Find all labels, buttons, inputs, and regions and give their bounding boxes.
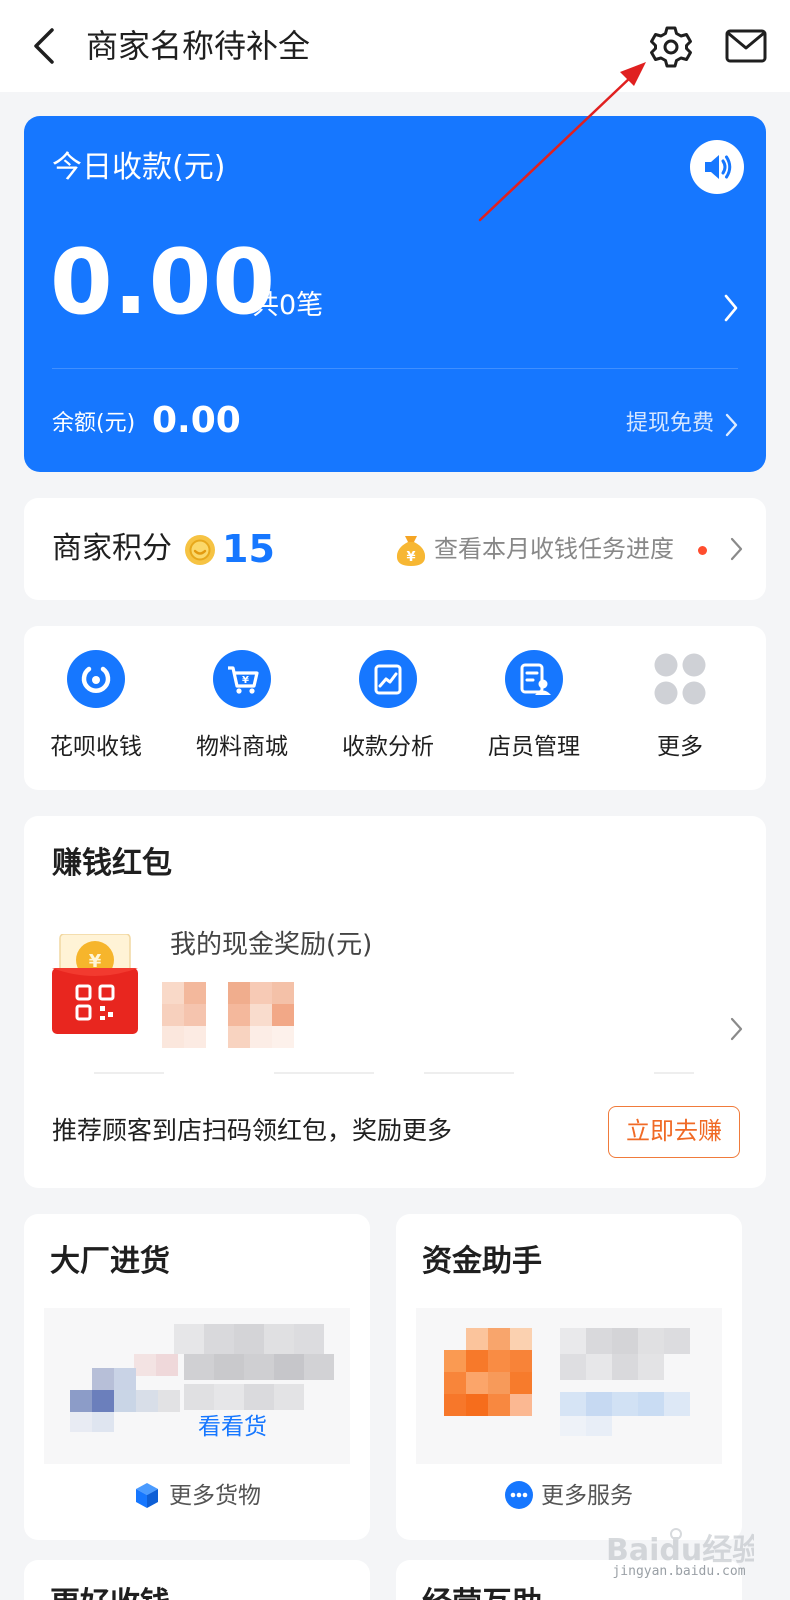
monthly-task-progress-link[interactable]: 查看本月收钱任务进度 [434, 530, 674, 568]
svg-text:¥: ¥ [406, 550, 415, 565]
blurred-service-image [416, 1308, 722, 1464]
action-label: 花呗收钱 [50, 734, 142, 760]
withdraw-link[interactable]: 提现免费 [626, 404, 714, 444]
top-bar: 商家名称待补全 [0, 0, 790, 92]
quick-actions-panel: 花呗收钱 ¥ 物料商城 收款分析 店员管理 更多 [24, 626, 766, 790]
section-title: 资金助手 [422, 1244, 542, 1279]
action-label: 收款分析 [342, 734, 434, 760]
earn-now-button[interactable]: 立即去赚 [608, 1106, 740, 1158]
finance-assistant-card[interactable]: 资金助手 更多服务 [396, 1214, 742, 1540]
divider [94, 1072, 694, 1074]
trend-chart-icon [359, 650, 417, 708]
section-title: 大厂进货 [50, 1244, 170, 1279]
watermark-url: jingyan.baidu.com [612, 1564, 746, 1579]
action-staff-management[interactable]: 店员管理 [474, 650, 594, 774]
chevron-right-icon[interactable] [730, 1016, 744, 1042]
balance-label: 余额(元) [52, 411, 136, 436]
more-services-link[interactable]: 更多服务 [396, 1476, 742, 1516]
more-dots-icon [505, 1481, 533, 1509]
staff-document-icon [505, 650, 563, 708]
action-label: 物料商城 [196, 734, 288, 760]
back-button[interactable] [28, 24, 64, 68]
red-packet-description: 推荐顾客到店扫码领红包，奖励更多 [52, 1116, 453, 1145]
money-bag-icon: ¥ [396, 536, 426, 566]
chevron-right-icon [730, 537, 743, 561]
chevron-right-icon [725, 413, 738, 437]
huabei-icon [67, 650, 125, 708]
action-more[interactable]: 更多 [620, 650, 740, 774]
section-title: 更好收钱 [50, 1582, 170, 1600]
merchant-points-card[interactable]: 商家积分 15 ¥ 查看本月收钱任务进度 [24, 498, 766, 600]
action-huabei-collect[interactable]: 花呗收钱 [36, 650, 156, 774]
messages-button[interactable] [724, 26, 768, 66]
grid-more-icon [654, 653, 706, 705]
points-label: 商家积分 [52, 531, 172, 566]
chevron-right-icon[interactable] [722, 292, 740, 324]
notification-dot [698, 546, 707, 555]
today-amount: 0.00 [50, 230, 277, 335]
blurred-reward-amount [162, 982, 294, 1048]
speaker-icon [705, 155, 732, 179]
points-value: 15 [222, 527, 275, 571]
gear-icon [650, 26, 692, 68]
balance-value: 0.00 [152, 400, 241, 441]
today-receipts-card[interactable]: 今日收款(元) 0.00 共0笔 余额(元) 0.00 提现免费 [24, 116, 766, 472]
action-receipt-analysis[interactable]: 收款分析 [328, 650, 448, 774]
more-goods-link[interactable]: 更多货物 [24, 1476, 370, 1516]
red-packet-icon: ¥ [52, 934, 138, 1034]
section-title: 经营互助 [422, 1582, 542, 1600]
action-label: 更多 [657, 734, 703, 760]
settings-button[interactable] [648, 24, 694, 70]
cash-reward-label: 我的现金奖励(元) [170, 930, 373, 960]
voice-broadcast-button[interactable] [690, 140, 744, 194]
section-title: 赚钱红包 [52, 846, 172, 881]
today-receipts-label: 今日收款(元) [52, 150, 226, 185]
action-material-mall[interactable]: ¥ 物料商城 [182, 650, 302, 774]
mail-icon [725, 29, 767, 63]
see-goods-link[interactable]: 看看货 [198, 1410, 267, 1444]
blurred-product-image [44, 1308, 350, 1464]
wholesale-card[interactable]: 大厂进货 看看货 更多货物 [24, 1214, 370, 1540]
chevron-left-icon [34, 28, 54, 64]
action-label: 店员管理 [488, 734, 580, 760]
coin-icon [185, 535, 215, 565]
better-collection-card[interactable]: 更好收钱 [24, 1560, 370, 1600]
more-services-label: 更多服务 [541, 1483, 633, 1509]
cube-icon [136, 1483, 158, 1508]
more-goods-label: 更多货物 [169, 1483, 261, 1509]
transaction-count: 共0笔 [252, 290, 324, 321]
earn-red-packet-card: 赚钱红包 ¥ 我的现金奖励(元) 推荐顾客到店扫码领红包，奖励更多 立即去赚 [24, 816, 766, 1188]
divider [52, 368, 738, 369]
merchant-name-title: 商家名称待补全 [86, 27, 311, 65]
shopping-cart-icon: ¥ [213, 650, 271, 708]
svg-text:¥: ¥ [242, 675, 249, 686]
